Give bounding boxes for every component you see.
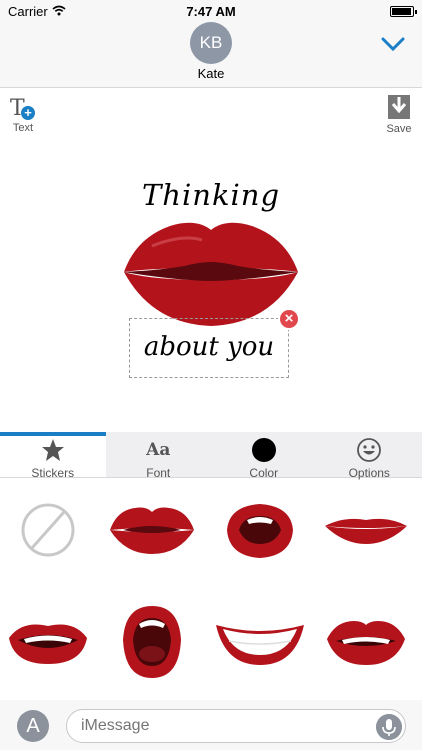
closed-lips-sticker[interactable]: [122, 218, 300, 328]
conversation-header: KB Kate: [0, 22, 422, 88]
tab-font[interactable]: Aa Font: [106, 432, 212, 480]
microphone-icon[interactable]: [376, 714, 402, 740]
lips-parted-icon: [327, 621, 405, 665]
lips-smile-teeth-icon: [9, 624, 87, 664]
battery-fill: [392, 8, 411, 15]
editor-tab-bar: Stickers Aa Font Color Options: [0, 432, 422, 480]
sticker-parted-lips[interactable]: [318, 592, 414, 692]
app-store-icon[interactable]: A: [17, 710, 49, 742]
lips-open-mouth-icon: [123, 606, 181, 678]
contact-name[interactable]: Kate: [0, 66, 422, 81]
sticker-open-lips-teeth[interactable]: [212, 480, 308, 580]
text-tool-label: Text: [12, 122, 34, 134]
lips-closed-icon: [110, 507, 194, 554]
font-icon: Aa: [146, 440, 171, 460]
sticker-smile-teeth[interactable]: [0, 592, 96, 692]
message-input-bar: A: [0, 700, 422, 750]
lips-open-teeth-icon: [227, 504, 293, 558]
tab-stickers[interactable]: Stickers: [0, 432, 106, 480]
star-icon: [41, 439, 64, 461]
chevron-down-icon[interactable]: [380, 36, 406, 52]
text-sticker-box[interactable]: about you: [129, 318, 289, 378]
sticker-grid: [0, 478, 422, 700]
tab-options[interactable]: Options: [317, 432, 422, 480]
sticker-closed-lips[interactable]: [104, 480, 200, 580]
add-text-button[interactable]: T + Text: [8, 96, 38, 134]
delete-icon[interactable]: ×: [278, 308, 300, 330]
canvas-top-text[interactable]: Thinking: [0, 178, 422, 212]
lips-wide-smile-icon: [216, 625, 304, 665]
imessage-input[interactable]: [66, 709, 406, 743]
download-icon: [388, 95, 410, 119]
lips-thin-icon: [325, 518, 407, 544]
sticker-canvas[interactable]: Thinking about you ×: [0, 150, 422, 430]
no-sticker-icon: [21, 503, 75, 557]
color-circle-icon: [251, 438, 276, 462]
no-sticker-option[interactable]: [0, 480, 96, 580]
smiley-icon: [357, 438, 382, 462]
tab-color[interactable]: Color: [211, 432, 317, 480]
status-bar: Carrier 7:47 AM: [0, 0, 422, 22]
text-add-icon: T +: [8, 96, 38, 122]
sticker-wide-smile[interactable]: [212, 592, 308, 692]
sticker-open-mouth[interactable]: [104, 592, 200, 692]
sticker-thin-lips[interactable]: [318, 480, 414, 580]
contact-avatar[interactable]: KB: [190, 22, 232, 64]
clock: 7:47 AM: [186, 4, 236, 19]
save-button[interactable]: Save: [384, 94, 414, 135]
save-label: Save: [386, 123, 412, 135]
battery-icon: [390, 6, 417, 17]
